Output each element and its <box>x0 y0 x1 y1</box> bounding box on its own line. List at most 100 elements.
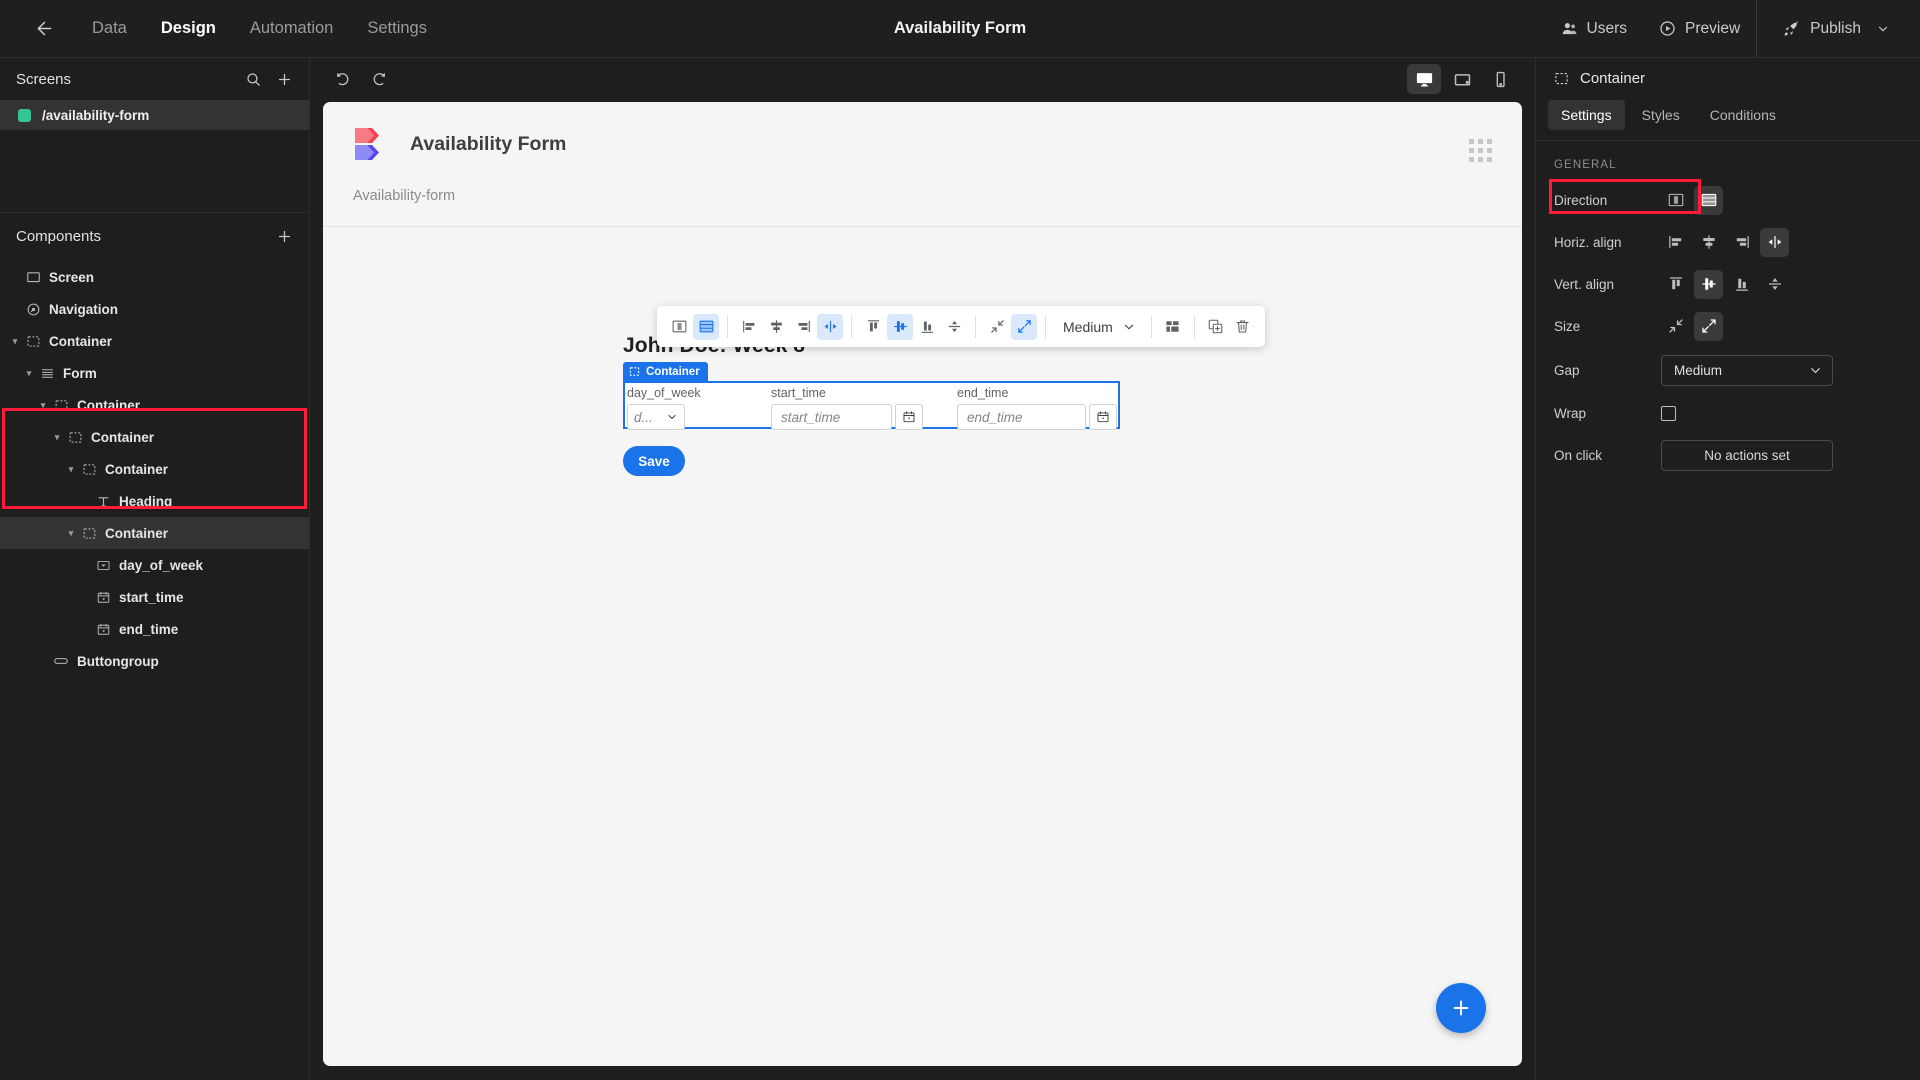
right-panel-title: Container <box>1580 69 1646 87</box>
vert-align-stretch-option[interactable] <box>1760 270 1789 299</box>
tab-automation[interactable]: Automation <box>236 11 347 46</box>
size-shrink-button[interactable] <box>984 314 1010 340</box>
property-direction: Direction <box>1536 179 1920 221</box>
horiz-align-left-option[interactable] <box>1661 228 1690 257</box>
horiz-align-center-button[interactable] <box>763 314 789 340</box>
main-nav-tabs: Data Design Automation Settings <box>78 11 441 46</box>
horiz-align-center-option[interactable] <box>1694 228 1723 257</box>
chevron-down-icon[interactable]: ▾ <box>64 528 78 539</box>
start-time-datepicker[interactable]: start_time <box>771 404 923 430</box>
vert-align-top-button[interactable] <box>860 314 886 340</box>
back-button[interactable] <box>22 7 66 51</box>
delete-button[interactable] <box>1230 314 1256 340</box>
tree-item-container-2[interactable]: ▾ Container <box>0 389 309 421</box>
horiz-align-left-button[interactable] <box>736 314 762 340</box>
add-screen-icon[interactable] <box>276 71 293 88</box>
add-component-icon[interactable] <box>276 228 293 245</box>
tab-data[interactable]: Data <box>78 11 141 46</box>
tab-design[interactable]: Design <box>147 11 230 46</box>
vert-align-bottom-option[interactable] <box>1727 270 1756 299</box>
tree-item-container-4[interactable]: ▾ Container <box>0 453 309 485</box>
tree-item-heading[interactable]: ▾ Heading <box>0 485 309 517</box>
screen-item-label: /availability-form <box>42 107 150 123</box>
add-component-fab[interactable] <box>1436 983 1486 1033</box>
tab-settings[interactable]: Settings <box>353 11 441 46</box>
search-icon[interactable] <box>245 71 262 88</box>
horiz-align-space-between-option[interactable] <box>1760 227 1789 257</box>
components-title: Components <box>16 227 102 245</box>
device-mobile-button[interactable] <box>1483 64 1517 94</box>
chevron-down-icon[interactable]: ▾ <box>22 368 36 379</box>
chevron-down-icon[interactable]: ▾ <box>36 400 50 411</box>
on-click-action-button[interactable]: No actions set <box>1661 439 1833 471</box>
tree-item-screen[interactable]: ▾ Screen <box>0 261 309 293</box>
align-bottom-icon <box>1733 275 1751 293</box>
chevron-down-icon[interactable]: ▾ <box>64 464 78 475</box>
gap-select-toolbar[interactable]: Medium <box>1054 313 1143 340</box>
chevron-down-icon[interactable]: ▾ <box>50 432 64 443</box>
undo-button[interactable] <box>328 64 358 94</box>
day-of-week-select[interactable]: d... <box>627 404 685 430</box>
gap-dropdown[interactable]: Medium <box>1661 354 1833 386</box>
tree-item-container-3[interactable]: ▾ Container <box>0 421 309 453</box>
save-button[interactable]: Save <box>623 446 685 476</box>
horiz-align-right-button[interactable] <box>790 314 816 340</box>
publish-label: Publish <box>1810 19 1861 37</box>
size-grow-button[interactable] <box>1011 313 1037 340</box>
direction-row-button[interactable] <box>1694 185 1723 215</box>
vert-align-bottom-button[interactable] <box>914 314 940 340</box>
tree-item-container-root[interactable]: ▾ Container <box>0 325 309 357</box>
horiz-align-right-option[interactable] <box>1727 228 1756 257</box>
tree-item-container-selected[interactable]: ▾ Container <box>0 517 309 549</box>
wrap-label: Wrap <box>1554 405 1587 421</box>
users-button[interactable]: Users <box>1545 12 1643 46</box>
tree-item-end-time[interactable]: ▾ end_time <box>0 613 309 645</box>
selected-container-outline[interactable]: day_of_week d... start_time start_time e… <box>623 381 1120 430</box>
start-time-input[interactable]: start_time <box>771 404 892 430</box>
tab-conditions-panel[interactable]: Conditions <box>1697 100 1789 130</box>
direction-column-button[interactable] <box>1661 186 1690 215</box>
tree-item-day-of-week[interactable]: ▾ day_of_week <box>0 549 309 581</box>
end-time-datepicker[interactable]: end_time <box>957 404 1117 430</box>
tree-item-start-time[interactable]: ▾ start_time <box>0 581 309 613</box>
tree-item-form[interactable]: ▾ Form <box>0 357 309 389</box>
tablet-icon <box>1453 70 1472 89</box>
duplicate-button[interactable] <box>1203 314 1229 340</box>
tab-settings-panel[interactable]: Settings <box>1548 100 1625 130</box>
chevron-down-icon[interactable]: ▾ <box>8 336 22 347</box>
device-tablet-button[interactable] <box>1445 64 1479 94</box>
align-stretch-vertical-icon <box>1766 275 1784 293</box>
screen-item-availability-form[interactable]: /availability-form <box>0 100 309 130</box>
device-desktop-button[interactable] <box>1407 64 1441 94</box>
vert-align-middle-button[interactable] <box>887 313 913 340</box>
grow-icon <box>1016 318 1033 335</box>
tab-styles-panel[interactable]: Styles <box>1629 100 1693 130</box>
vert-align-stretch-button[interactable] <box>941 314 967 340</box>
end-time-calendar-button[interactable] <box>1089 404 1117 430</box>
size-shrink-option[interactable] <box>1661 312 1690 341</box>
align-top-icon <box>1667 275 1685 293</box>
vert-align-top-option[interactable] <box>1661 270 1690 299</box>
publish-button[interactable]: Publish <box>1767 12 1906 46</box>
align-left-icon <box>1667 233 1685 251</box>
grid-layout-button[interactable] <box>1160 314 1186 340</box>
device-toggle-group <box>1407 64 1517 94</box>
end-time-input[interactable]: end_time <box>957 404 1086 430</box>
align-center-icon <box>768 318 785 335</box>
layout-columns-button[interactable] <box>666 314 692 340</box>
redo-button[interactable] <box>364 64 394 94</box>
navigation-icon <box>22 302 44 317</box>
grow-icon <box>1700 317 1718 335</box>
wrap-checkbox[interactable] <box>1661 405 1676 421</box>
container-icon <box>78 462 100 477</box>
tree-item-navigation[interactable]: ▾ Navigation <box>0 293 309 325</box>
vert-align-middle-option[interactable] <box>1694 269 1723 299</box>
horiz-align-space-between-button[interactable] <box>817 313 843 340</box>
tree-item-buttongroup[interactable]: ▾ Buttongroup <box>0 645 309 677</box>
layout-rows-button[interactable] <box>693 313 719 340</box>
mobile-icon <box>1491 70 1510 89</box>
start-time-calendar-button[interactable] <box>895 404 923 430</box>
preview-button[interactable]: Preview <box>1643 12 1756 46</box>
grid-dots-icon[interactable] <box>1469 126 1492 162</box>
size-grow-option[interactable] <box>1694 311 1723 341</box>
